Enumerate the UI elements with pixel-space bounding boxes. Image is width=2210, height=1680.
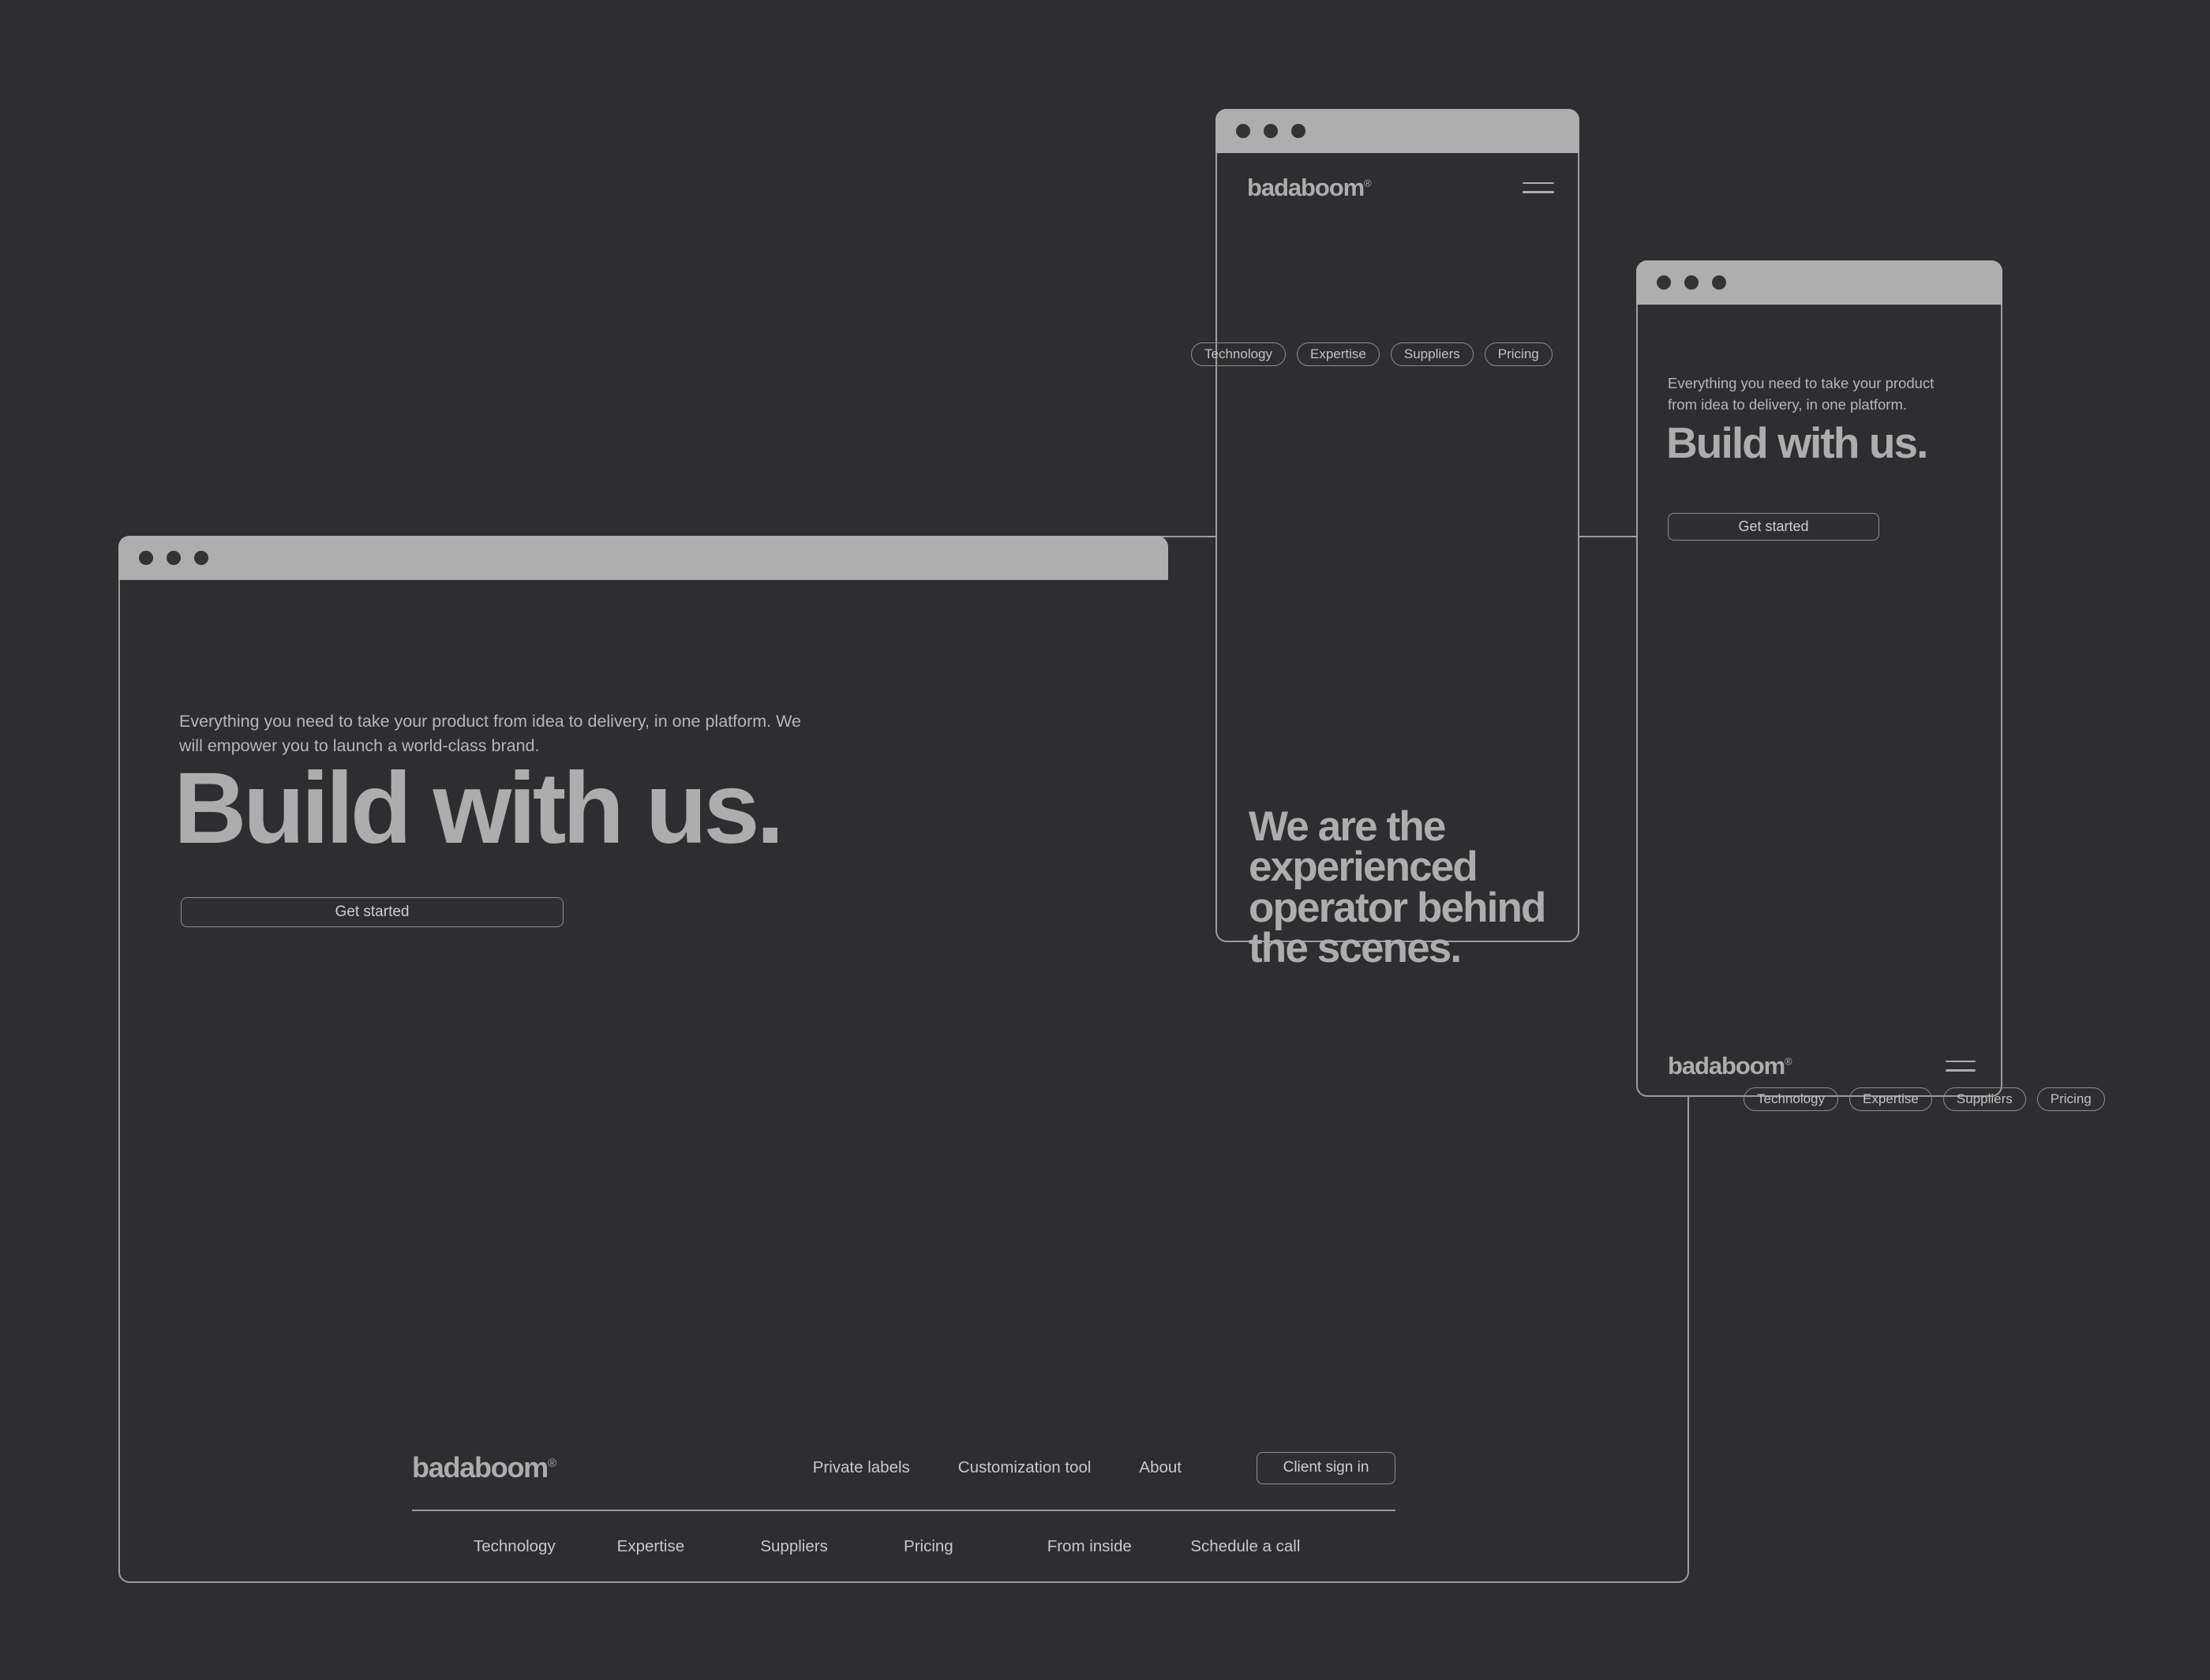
footer-logo[interactable]: badaboom® bbox=[412, 1454, 556, 1482]
tablet-nav-pills: Technology Expertise Suppliers Pricing bbox=[1191, 342, 1553, 366]
hamburger-menu-icon[interactable] bbox=[1523, 181, 1554, 193]
footer-secondary-links: Technology Expertise Suppliers Pricing F… bbox=[412, 1537, 1395, 1556]
desktop-get-started-button[interactable]: Get started bbox=[181, 897, 564, 927]
desktop-headline: Build with us. bbox=[174, 752, 785, 865]
tablet-logo-text: badaboom bbox=[1247, 174, 1365, 201]
tablet-headline: We are the experienced operator behind t… bbox=[1249, 803, 1546, 972]
registered-mark-icon: ® bbox=[1785, 1055, 1792, 1068]
mobile-get-started-button[interactable]: Get started bbox=[1668, 513, 1879, 541]
window-dot-close-icon[interactable] bbox=[139, 551, 153, 565]
mobile-pill-expertise[interactable]: Expertise bbox=[1849, 1087, 1932, 1111]
desktop-lede: Everything you need to take your product… bbox=[179, 712, 801, 755]
desktop-titlebar bbox=[118, 536, 1168, 580]
window-dot-close-icon[interactable] bbox=[1236, 124, 1250, 138]
mobile-logo[interactable]: badaboom® bbox=[1668, 1053, 1792, 1078]
tablet-logo[interactable]: badaboom® bbox=[1247, 175, 1372, 200]
tablet-pill-suppliers[interactable]: Suppliers bbox=[1390, 342, 1474, 366]
mobile-pill-pricing[interactable]: Pricing bbox=[2036, 1087, 2105, 1111]
tablet-header: badaboom® bbox=[1247, 175, 1554, 200]
tablet-titlebar bbox=[1216, 109, 1579, 153]
mobile-nav-pills: Technology Expertise Suppliers Pricing bbox=[1744, 1087, 2105, 1111]
footer-link-technology[interactable]: Technology bbox=[474, 1537, 617, 1556]
window-dot-maximize-icon[interactable] bbox=[1712, 275, 1726, 290]
mobile-lede: Everything you need to take your product… bbox=[1668, 375, 1935, 413]
footer-link-expertise[interactable]: Expertise bbox=[617, 1537, 761, 1556]
tablet-pill-pricing[interactable]: Pricing bbox=[1484, 342, 1553, 366]
desktop-footer: badaboom® Private labels Customization t… bbox=[412, 1446, 1395, 1556]
mobile-pill-suppliers[interactable]: Suppliers bbox=[1942, 1087, 2026, 1111]
footer-logo-text: badaboom bbox=[412, 1451, 549, 1484]
window-dot-minimize-icon[interactable] bbox=[1264, 124, 1278, 138]
footer-link-customization-tool[interactable]: Customization tool bbox=[958, 1458, 1092, 1477]
mobile-logo-text: badaboom bbox=[1668, 1052, 1785, 1079]
footer-link-pricing[interactable]: Pricing bbox=[904, 1537, 1047, 1556]
tablet-pill-expertise[interactable]: Expertise bbox=[1297, 342, 1380, 366]
tablet-pill-technology[interactable]: Technology bbox=[1191, 342, 1287, 366]
window-dot-maximize-icon[interactable] bbox=[1291, 124, 1305, 138]
registered-mark-icon: ® bbox=[1364, 177, 1372, 189]
mobile-browser-window: Everything you need to take your product… bbox=[1636, 260, 2105, 1111]
client-sign-in-button[interactable]: Client sign in bbox=[1257, 1451, 1395, 1484]
window-dot-minimize-icon[interactable] bbox=[167, 551, 181, 565]
canvas: Everything you need to take your product… bbox=[0, 0, 2210, 1680]
mobile-titlebar bbox=[1636, 260, 2002, 305]
footer-link-suppliers[interactable]: Suppliers bbox=[760, 1537, 904, 1556]
tablet-browser-window: badaboom® Technology Expertise Suppliers… bbox=[1191, 109, 1579, 969]
footer-link-private-labels[interactable]: Private labels bbox=[813, 1458, 910, 1477]
footer-divider bbox=[412, 1510, 1395, 1511]
window-dot-minimize-icon[interactable] bbox=[1684, 275, 1699, 290]
hamburger-menu-icon[interactable] bbox=[1946, 1060, 1976, 1072]
registered-mark-icon: ® bbox=[547, 1457, 557, 1471]
mobile-pill-technology[interactable]: Technology bbox=[1744, 1087, 1839, 1111]
footer-top-row: badaboom® Private labels Customization t… bbox=[412, 1446, 1395, 1490]
window-dot-maximize-icon[interactable] bbox=[194, 551, 208, 565]
footer-link-from-inside[interactable]: From inside bbox=[1047, 1537, 1191, 1556]
footer-primary-links: Private labels Customization tool About … bbox=[813, 1451, 1395, 1484]
footer-link-schedule-a-call[interactable]: Schedule a call bbox=[1190, 1537, 1334, 1556]
mobile-headline: Build with us. bbox=[1666, 418, 1928, 467]
footer-link-about[interactable]: About bbox=[1139, 1458, 1182, 1477]
mobile-header: badaboom® bbox=[1668, 1053, 1976, 1078]
window-dot-close-icon[interactable] bbox=[1657, 275, 1671, 290]
